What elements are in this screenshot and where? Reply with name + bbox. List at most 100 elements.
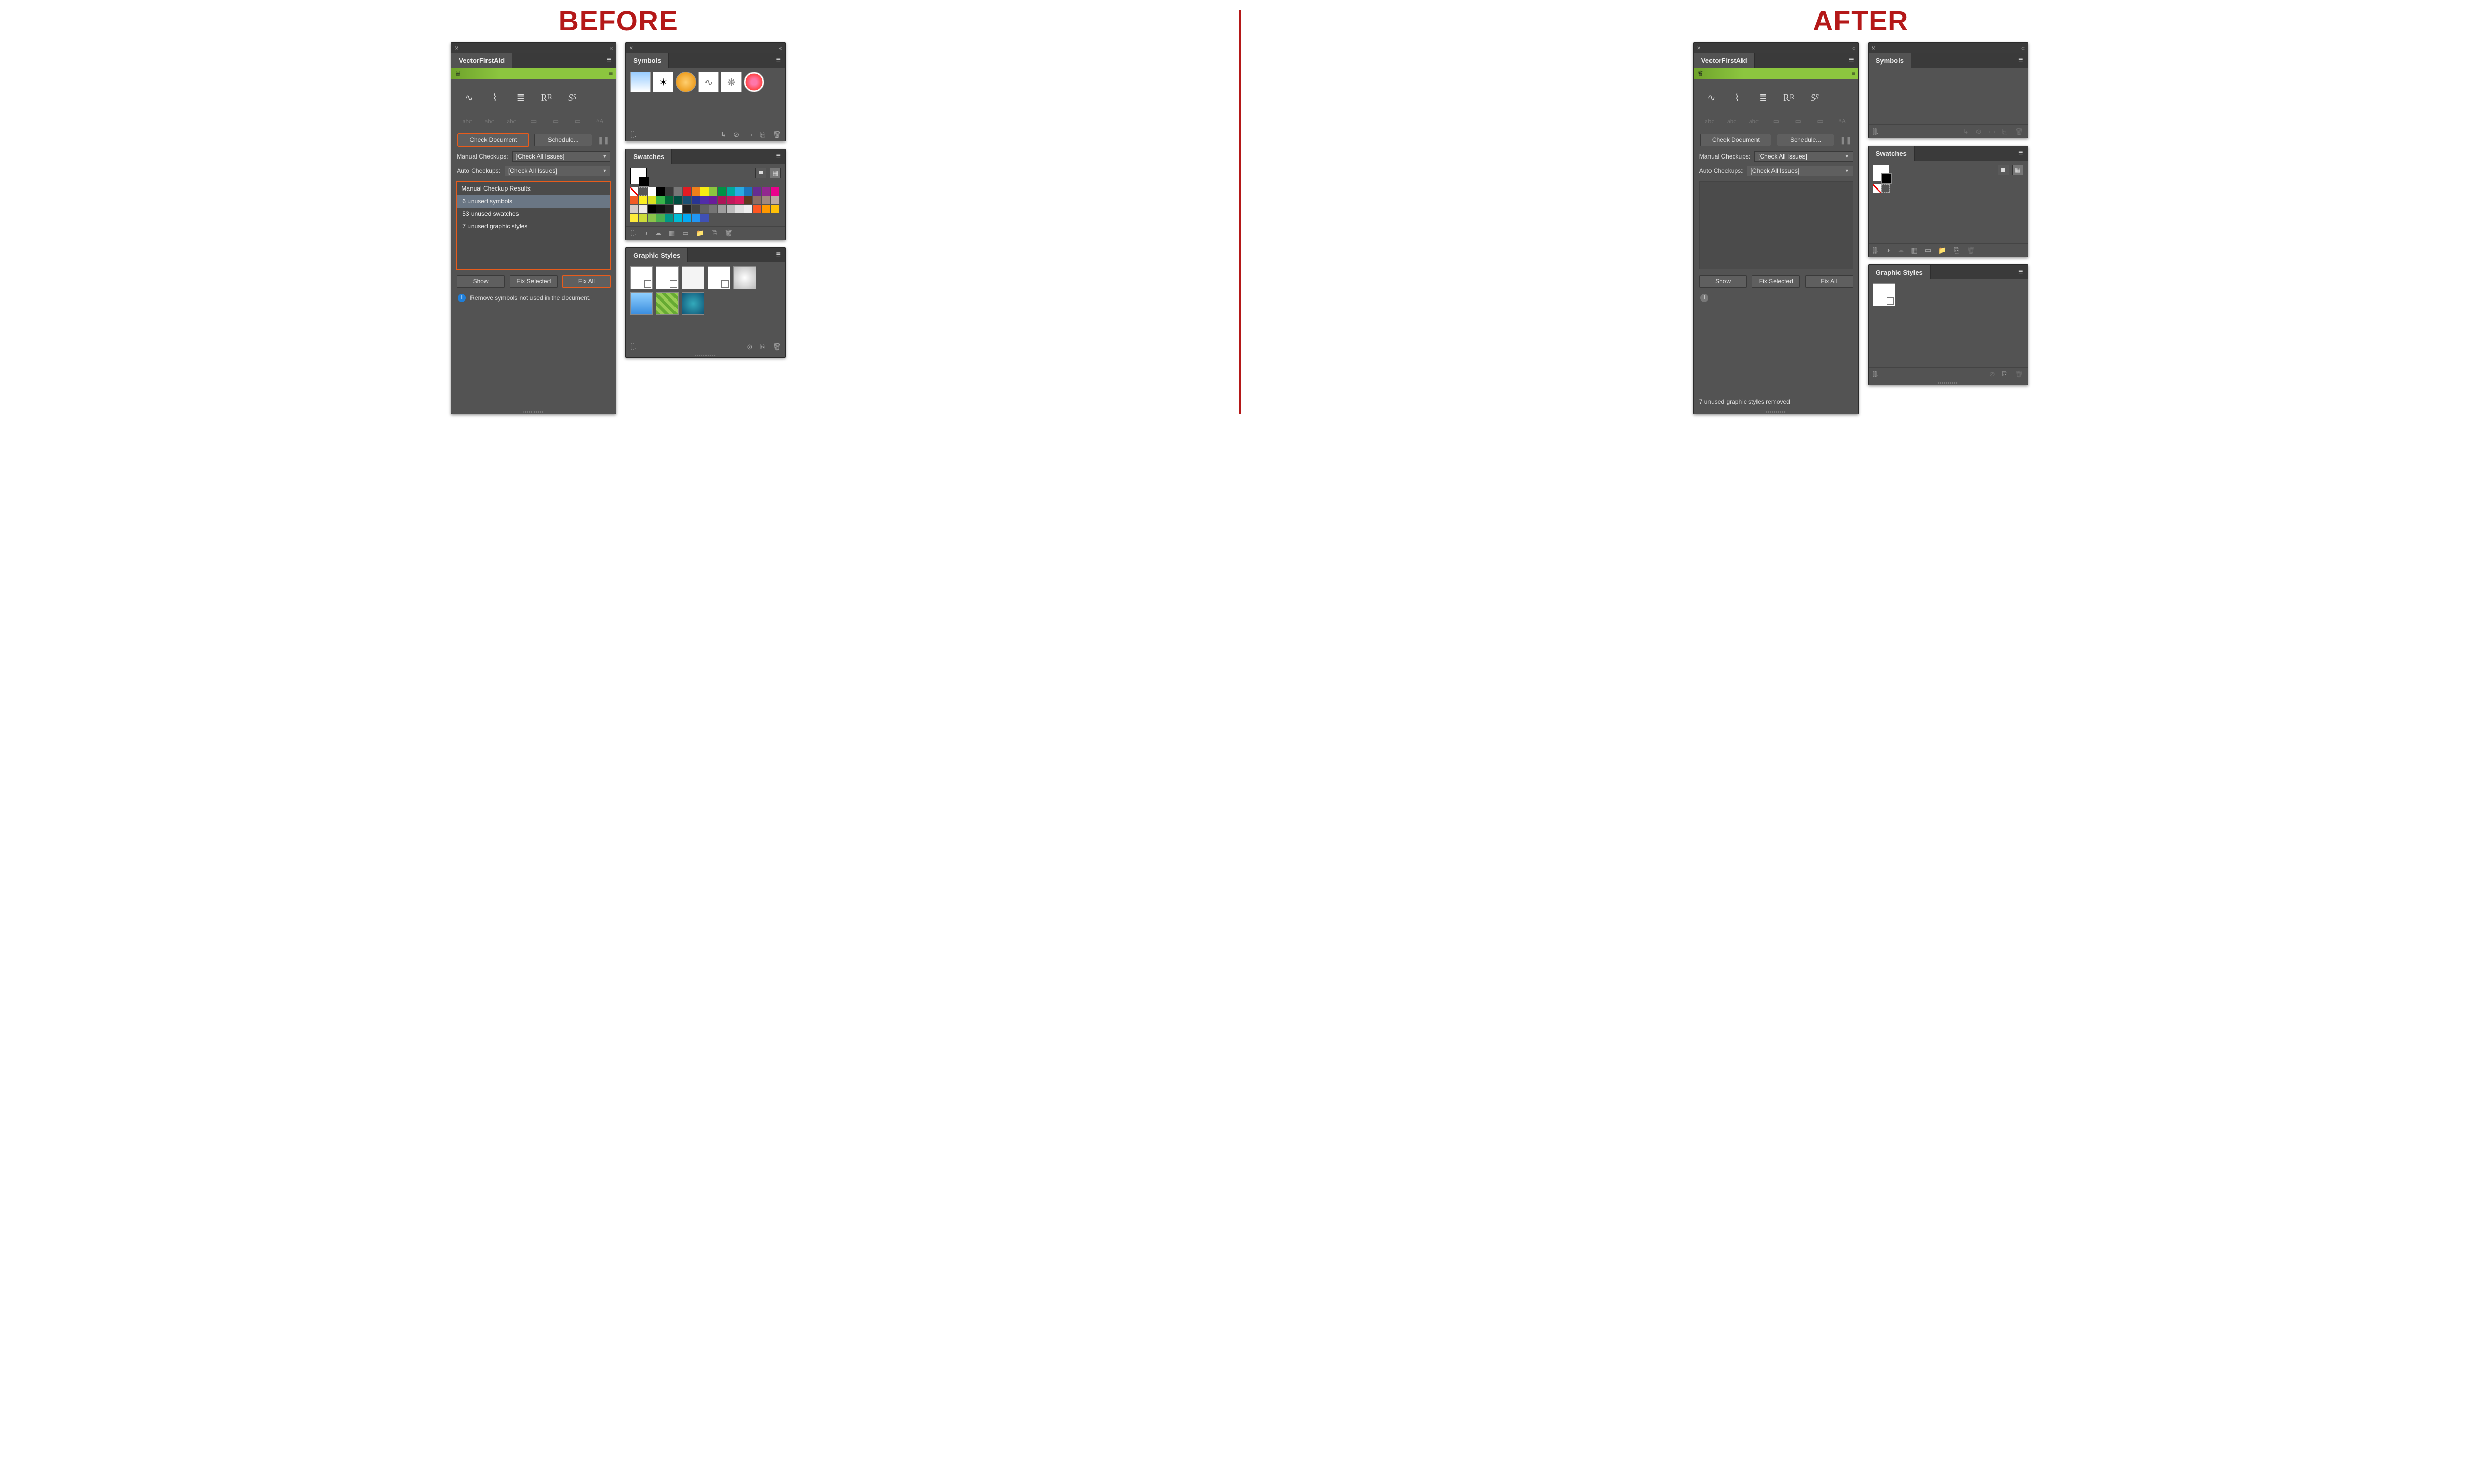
tool-smooth-icon[interactable]: ⌇ xyxy=(484,88,505,107)
swatch[interactable] xyxy=(700,187,709,196)
swatch[interactable] xyxy=(718,196,726,204)
grid-view-icon[interactable]: ▦ xyxy=(2012,165,2023,175)
result-item[interactable]: 53 unused swatches xyxy=(457,208,610,220)
place-icon[interactable]: ↳ xyxy=(720,131,726,139)
swatch[interactable] xyxy=(762,187,770,196)
close-icon[interactable]: × xyxy=(629,44,633,52)
swatch[interactable] xyxy=(639,196,647,204)
swatch[interactable] xyxy=(771,187,779,196)
style-thumb[interactable] xyxy=(682,266,704,289)
tool-rr-icon[interactable]: RR xyxy=(1779,88,1799,107)
symbol-thumb[interactable]: ❋ xyxy=(721,72,742,92)
tool-aa-icon[interactable]: ᴬA xyxy=(1834,114,1851,129)
library-icon[interactable]: ⫿⫿. xyxy=(630,131,636,139)
panel-menu-icon[interactable]: ≡ xyxy=(2014,265,2028,279)
new-icon[interactable]: ⎘ xyxy=(1954,246,1959,255)
swatch[interactable] xyxy=(753,187,761,196)
swatch[interactable] xyxy=(709,187,717,196)
schedule-button[interactable]: Schedule... xyxy=(534,134,592,146)
tool-align-icon[interactable]: ≣ xyxy=(510,88,531,107)
swatch[interactable] xyxy=(674,205,682,213)
swatch[interactable] xyxy=(762,205,770,213)
tool-abc1-icon[interactable]: abc xyxy=(1701,114,1718,129)
swatch[interactable] xyxy=(665,205,673,213)
manual-checkups-select[interactable]: [Check All Issues]▼ xyxy=(512,151,611,162)
auto-checkups-select[interactable]: [Check All Issues]▼ xyxy=(1747,166,1853,176)
collapse-icon[interactable]: « xyxy=(1852,45,1855,51)
swatch[interactable] xyxy=(744,187,752,196)
swatch[interactable] xyxy=(735,196,744,204)
tab-swatches[interactable]: Swatches xyxy=(1869,146,1915,161)
close-icon[interactable]: × xyxy=(454,44,458,52)
swatch[interactable] xyxy=(648,196,656,204)
swatch[interactable] xyxy=(665,196,673,204)
library-icon[interactable]: ⫿⫿. xyxy=(1873,128,1879,136)
style-thumb[interactable] xyxy=(656,266,679,289)
swatch[interactable] xyxy=(744,205,752,213)
panel-menu-icon[interactable]: ≡ xyxy=(772,53,785,68)
new-icon[interactable]: ⎘ xyxy=(760,343,765,351)
schedule-button[interactable]: Schedule... xyxy=(1777,134,1834,146)
swatch[interactable] xyxy=(656,205,665,213)
tab-styles[interactable]: Graphic Styles xyxy=(626,248,688,262)
trash-icon[interactable]: 🗑 xyxy=(773,131,781,139)
swatch[interactable] xyxy=(718,205,726,213)
check-document-button[interactable]: Check Document xyxy=(458,134,529,146)
pause-icon[interactable]: ❚❚ xyxy=(598,136,609,145)
tab-symbols[interactable]: Symbols xyxy=(626,53,669,68)
swatch[interactable] xyxy=(692,214,700,222)
swatch[interactable] xyxy=(665,214,673,222)
show-button[interactable]: Show xyxy=(1699,275,1747,288)
cloud-icon[interactable]: ☁ xyxy=(655,229,662,238)
fix-selected-button[interactable]: Fix Selected xyxy=(1752,275,1800,288)
grid-view-icon[interactable]: ▦ xyxy=(770,168,781,178)
tool-abc3-icon[interactable]: abc xyxy=(1745,114,1762,129)
swatch[interactable] xyxy=(674,187,682,196)
swatch[interactable] xyxy=(1881,184,1890,193)
style-thumb[interactable] xyxy=(1873,283,1895,306)
result-item[interactable]: 6 unused symbols xyxy=(457,195,610,208)
panel-menu-icon[interactable]: ≡ xyxy=(602,53,616,68)
symbol-thumb[interactable]: ∿ xyxy=(698,72,719,92)
panel-grip[interactable] xyxy=(451,409,616,414)
collapse-icon[interactable]: « xyxy=(2021,45,2025,51)
swatch[interactable] xyxy=(727,205,735,213)
trash-icon[interactable]: 🗑 xyxy=(773,343,781,351)
swatch[interactable] xyxy=(718,187,726,196)
swatch[interactable] xyxy=(692,187,700,196)
folder-icon[interactable]: 📁 xyxy=(1938,246,1947,255)
fill-stroke-icon[interactable] xyxy=(1873,165,1889,181)
greenbar-menu-icon[interactable]: ≡ xyxy=(609,70,613,77)
tool-ss-icon[interactable]: SS xyxy=(1805,88,1825,107)
group-icon[interactable]: ▭ xyxy=(682,229,688,238)
options-icon[interactable]: ▭ xyxy=(746,131,752,139)
swatch[interactable] xyxy=(771,205,779,213)
swatch[interactable] xyxy=(630,196,638,204)
swatch[interactable] xyxy=(648,187,656,196)
swatch[interactable] xyxy=(735,205,744,213)
library-icon[interactable]: ⫿⫿. xyxy=(1873,370,1879,378)
tool-box3-icon[interactable]: ▭ xyxy=(1812,114,1829,129)
tool-rr-icon[interactable]: RR xyxy=(536,88,557,107)
swatch[interactable] xyxy=(683,187,691,196)
swatch[interactable] xyxy=(709,196,717,204)
folder-icon[interactable]: 📁 xyxy=(696,229,704,238)
panel-menu-icon[interactable]: ≡ xyxy=(772,248,785,262)
tool-smooth-icon[interactable]: ⌇ xyxy=(1727,88,1748,107)
swatch[interactable] xyxy=(665,187,673,196)
symbol-thumb[interactable]: ✶ xyxy=(653,72,673,92)
swatch[interactable] xyxy=(727,196,735,204)
swatch[interactable] xyxy=(656,196,665,204)
tool-box2-icon[interactable]: ▭ xyxy=(547,114,564,129)
show-kind-icon[interactable]: ◑ xyxy=(1886,246,1890,254)
swatch[interactable] xyxy=(683,214,691,222)
swatch[interactable] xyxy=(630,205,638,213)
style-thumb[interactable] xyxy=(630,292,653,315)
swatch[interactable] xyxy=(744,196,752,204)
library-icon[interactable]: ⫿⫿. xyxy=(630,343,636,351)
panel-menu-icon[interactable]: ≡ xyxy=(1845,53,1858,68)
new-icon[interactable]: ⎘ xyxy=(712,229,717,238)
panel-menu-icon[interactable]: ≡ xyxy=(772,149,785,164)
tab-styles[interactable]: Graphic Styles xyxy=(1869,265,1931,279)
swatch[interactable] xyxy=(648,214,656,222)
